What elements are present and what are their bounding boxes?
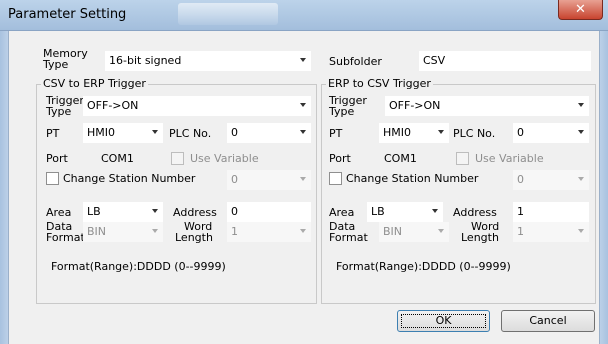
erp-change-station-value: 0 <box>517 173 524 186</box>
csv-data-format-label-2: Format <box>46 231 85 244</box>
erp-data-format-select[interactable]: BIN <box>379 222 449 242</box>
close-button[interactable]: ✕ <box>558 0 603 20</box>
csv-change-station-label: Change Station Number <box>63 172 196 185</box>
erp-word-length-label-2: Length <box>461 231 499 244</box>
erp-pt-label: PT <box>329 127 343 140</box>
subfolder-value: CSV <box>423 54 446 67</box>
csv-plc-no-select[interactable]: 0 <box>227 123 311 143</box>
erp-trigger-type-value: OFF->ON <box>389 99 441 112</box>
csv-plc-no-label: PLC No. <box>169 127 212 140</box>
erp-data-format-label-2: Format <box>329 231 368 244</box>
window-frame-right <box>600 31 608 344</box>
memory-type-select[interactable]: 16-bit signed <box>105 51 311 71</box>
erp-port-value: COM1 <box>384 152 417 165</box>
csv-pt-select[interactable]: HMI0 <box>83 123 163 143</box>
title-bar: Parameter Setting ✕ <box>0 0 608 31</box>
csv-data-format-select[interactable]: BIN <box>83 222 163 242</box>
erp-address-label: Address <box>453 206 497 219</box>
erp-plc-no-select[interactable]: 0 <box>513 123 589 143</box>
chevron-down-icon <box>578 177 584 181</box>
subfolder-field[interactable]: CSV <box>419 51 591 71</box>
chevron-down-icon <box>152 130 158 134</box>
csv-trigger-type-label-2: Type <box>46 105 72 118</box>
title-glass-highlight <box>178 3 278 25</box>
csv-trigger-type-select[interactable]: OFF->ON <box>83 96 311 116</box>
memory-type-label-2: Type <box>43 58 69 71</box>
chevron-down-icon <box>438 229 444 233</box>
focus-rectangle <box>401 314 486 328</box>
erp-change-station-label: Change Station Number <box>346 172 479 185</box>
erp-use-variable-label: Use Variable <box>475 152 544 165</box>
chevron-down-icon <box>578 229 584 233</box>
chevron-down-icon <box>300 130 306 134</box>
csv-change-station-value: 0 <box>231 173 238 186</box>
csv-word-length-select[interactable]: 1 <box>227 222 311 242</box>
csv-to-erp-title: CSV to ERP Trigger <box>41 77 148 90</box>
csv-word-length-value: 1 <box>231 225 238 238</box>
csv-pt-value: HMI0 <box>87 126 116 139</box>
chevron-down-icon <box>578 130 584 134</box>
window-frame-left <box>0 31 8 344</box>
cancel-button-label: Cancel <box>529 314 567 327</box>
csv-area-value: LB <box>87 205 101 218</box>
erp-trigger-type-label-2: Type <box>329 105 355 118</box>
csv-format-range-text: Format(Range):DDDD (0--9999) <box>51 260 226 273</box>
erp-address-value: 1 <box>517 205 524 218</box>
csv-port-label: Port <box>46 152 68 165</box>
close-icon: ✕ <box>575 2 586 17</box>
erp-plc-no-label: PLC No. <box>453 127 496 140</box>
window-title: Parameter Setting <box>8 7 127 22</box>
subfolder-label: Subfolder <box>329 55 382 68</box>
csv-address-label: Address <box>173 206 217 219</box>
chevron-down-icon <box>578 103 584 107</box>
erp-area-value: LB <box>371 205 385 218</box>
csv-plc-no-value: 0 <box>231 126 238 139</box>
erp-word-length-select[interactable]: 1 <box>513 222 589 242</box>
ok-button[interactable]: OK <box>397 310 490 332</box>
erp-change-station-checkbox[interactable] <box>329 172 342 185</box>
erp-change-station-select[interactable]: 0 <box>513 170 589 190</box>
csv-pt-label: PT <box>46 127 60 140</box>
memory-type-value: 16-bit signed <box>109 54 182 67</box>
erp-use-variable-checkbox[interactable] <box>456 152 469 165</box>
csv-address-value: 0 <box>231 205 238 218</box>
erp-pt-value: HMI0 <box>383 126 412 139</box>
csv-word-length-label-2: Length <box>175 231 213 244</box>
erp-to-csv-title: ERP to CSV Trigger <box>326 77 433 90</box>
chevron-down-icon <box>300 177 306 181</box>
chevron-down-icon <box>438 130 444 134</box>
erp-format-range-text: Format(Range):DDDD (0--9999) <box>336 260 511 273</box>
erp-word-length-value: 1 <box>517 225 524 238</box>
cancel-button[interactable]: Cancel <box>501 310 595 332</box>
csv-change-station-select[interactable]: 0 <box>227 170 311 190</box>
csv-address-field[interactable]: 0 <box>227 202 311 222</box>
chevron-down-icon <box>152 229 158 233</box>
chevron-down-icon <box>432 209 438 213</box>
erp-trigger-type-select[interactable]: OFF->ON <box>385 96 589 116</box>
csv-use-variable-checkbox[interactable] <box>171 152 184 165</box>
dialog-body: Memory Type 16-bit signed Subfolder CSV … <box>8 31 600 344</box>
csv-port-value: COM1 <box>101 152 134 165</box>
erp-area-select[interactable]: LB <box>367 202 443 222</box>
csv-trigger-type-value: OFF->ON <box>87 99 139 112</box>
csv-change-station-checkbox[interactable] <box>46 172 59 185</box>
chevron-down-icon <box>300 103 306 107</box>
erp-pt-select[interactable]: HMI0 <box>379 123 449 143</box>
erp-data-format-value: BIN <box>383 225 403 238</box>
csv-area-select[interactable]: LB <box>83 202 163 222</box>
chevron-down-icon <box>152 209 158 213</box>
chevron-down-icon <box>300 229 306 233</box>
chevron-down-icon <box>300 58 306 62</box>
csv-use-variable-label: Use Variable <box>190 152 259 165</box>
csv-data-format-value: BIN <box>87 225 107 238</box>
erp-plc-no-value: 0 <box>517 126 524 139</box>
erp-port-label: Port <box>329 152 351 165</box>
csv-area-label: Area <box>46 206 72 219</box>
erp-address-field[interactable]: 1 <box>513 202 589 222</box>
erp-area-label: Area <box>329 206 355 219</box>
